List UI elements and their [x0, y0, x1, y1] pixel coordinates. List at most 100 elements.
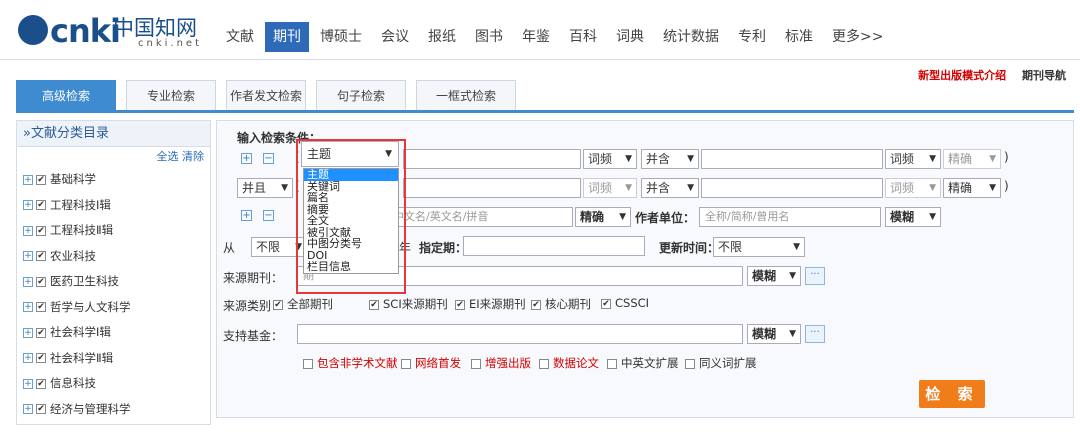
- expand-icon[interactable]: +: [23, 327, 33, 338]
- extra-cn-en[interactable]: 中英文扩展: [607, 355, 679, 371]
- nav-item[interactable]: 统计数据: [663, 22, 719, 52]
- expand-icon[interactable]: +: [23, 174, 33, 185]
- sidebar-item[interactable]: + ✔ 信息科技: [17, 371, 210, 397]
- nav-item[interactable]: 百科: [569, 22, 597, 52]
- checkbox-checked[interactable]: ✔: [36, 251, 46, 261]
- checkbox-checked[interactable]: ✔: [36, 327, 46, 338]
- sidebar-item[interactable]: + ✔ 医药卫生科技: [17, 269, 210, 295]
- fund-label: 支持基金：: [223, 329, 284, 343]
- nav-item[interactable]: 图书: [475, 22, 503, 52]
- checkbox-checked[interactable]: ✔: [36, 353, 46, 363]
- extra-online-first[interactable]: 网络首发: [401, 355, 461, 371]
- nav-item[interactable]: 标准: [785, 22, 813, 52]
- category-sidebar: »文献分类目录 全选 清除 + ✔ 基础科学 + ✔ 工程科技Ⅰ辑 + ✔ 工程科技Ⅱ辑 +…: [16, 120, 211, 425]
- new-style-link[interactable]: 新型出版模式介绍: [918, 69, 1006, 82]
- unit-match-select[interactable]: 模糊 ▼: [885, 207, 941, 227]
- tab-professional-search[interactable]: 专业检索: [126, 80, 216, 110]
- fund-picker-button[interactable]: ···: [805, 325, 825, 343]
- checkbox-checked[interactable]: ✔: [36, 276, 46, 287]
- category-sci[interactable]: ✔ SCI来源期刊: [369, 296, 448, 312]
- nav-item-more[interactable]: 更多>>: [832, 22, 883, 52]
- tab-underline: [16, 110, 1074, 113]
- cnki-logo[interactable]: cnki 中国知网 cnki.net: [18, 12, 199, 50]
- bool-select-2[interactable]: 并且 ▼: [237, 178, 293, 198]
- checkbox-checked[interactable]: ✔: [36, 404, 46, 414]
- logic-select-1[interactable]: 并含 ▼: [641, 149, 699, 169]
- category-all[interactable]: ✔ 全部期刊: [273, 296, 333, 312]
- add-row-icon[interactable]: +: [241, 153, 252, 164]
- sidebar-item[interactable]: + ✔ 社会科学Ⅱ辑: [17, 346, 210, 372]
- remove-author-icon[interactable]: −: [263, 210, 274, 221]
- nav-item[interactable]: 报纸: [428, 22, 456, 52]
- search-button[interactable]: 检 索: [919, 380, 985, 408]
- unit-input[interactable]: 全称/简称/曾用名: [699, 207, 881, 227]
- nav-item[interactable]: 文献: [226, 22, 254, 52]
- tab-advanced-search[interactable]: 高级检索: [16, 80, 116, 110]
- clear-link[interactable]: 清除: [182, 150, 204, 163]
- match-select-1[interactable]: 精确 ▼: [943, 149, 1001, 169]
- nav-item[interactable]: 年鉴: [522, 22, 550, 52]
- extra-data-paper[interactable]: 数据论文: [539, 355, 599, 371]
- expand-icon[interactable]: +: [23, 378, 33, 389]
- nav-item[interactable]: 博硕士: [320, 22, 362, 52]
- freq-select-2[interactable]: 词频 ▼: [583, 178, 637, 198]
- update-time-select[interactable]: 不限 ▼: [713, 237, 805, 257]
- sidebar-item[interactable]: + ✔ 工程科技Ⅰ辑: [17, 193, 210, 219]
- tab-single-box-search[interactable]: 一框式检索: [416, 80, 516, 110]
- search-tabs: 高级检索 专业检索 作者发文检索 句子检索 一框式检索: [16, 80, 526, 110]
- remove-row-icon[interactable]: −: [263, 153, 274, 164]
- sidebar-item[interactable]: + ✔ 经济与管理科学: [17, 397, 210, 423]
- category-cssci[interactable]: ✔ CSSCI: [601, 296, 649, 310]
- top-links: 新型出版模式介绍 期刊导航: [918, 67, 1066, 83]
- checkbox-checked[interactable]: ✔: [36, 200, 46, 210]
- extra-synonym[interactable]: 同义词扩展: [685, 355, 757, 371]
- nav-item[interactable]: 词典: [616, 22, 644, 52]
- tab-sentence-search[interactable]: 句子检索: [316, 80, 406, 110]
- sidebar-item[interactable]: + ✔ 社会科学Ⅰ辑: [17, 320, 210, 346]
- add-author-icon[interactable]: +: [241, 210, 252, 221]
- unit-label: 作者单位：: [635, 211, 696, 225]
- nav-item-active[interactable]: 期刊: [265, 22, 309, 52]
- nav-item[interactable]: 专利: [738, 22, 766, 52]
- tab-author-search[interactable]: 作者发文检索: [226, 80, 306, 110]
- specified-period-input[interactable]: [463, 236, 645, 256]
- expand-icon[interactable]: +: [23, 276, 33, 287]
- sidebar-item[interactable]: + ✔ 工程科技Ⅱ辑: [17, 218, 210, 244]
- freq-select-2b[interactable]: 词频 ▼: [885, 178, 941, 198]
- keyword-input-1b[interactable]: [701, 149, 883, 169]
- extra-enhanced[interactable]: 增强出版: [471, 355, 531, 371]
- expand-icon[interactable]: +: [23, 404, 33, 414]
- freq-select-1[interactable]: 词频 ▼: [583, 149, 637, 169]
- fund-input[interactable]: [297, 324, 743, 344]
- category-ei[interactable]: ✔ EI来源期刊: [455, 296, 526, 312]
- checkbox-checked[interactable]: ✔: [36, 174, 46, 185]
- expand-icon[interactable]: +: [23, 353, 33, 363]
- category-core[interactable]: ✔ 核心期刊: [531, 296, 591, 312]
- keyword-input-2[interactable]: [403, 178, 581, 198]
- sidebar-item[interactable]: + ✔ 农业科技: [17, 244, 210, 270]
- checkbox-checked[interactable]: ✔: [36, 378, 46, 389]
- nav-item[interactable]: 会议: [381, 22, 409, 52]
- source-match-select[interactable]: 模糊 ▼: [747, 266, 801, 286]
- expand-icon[interactable]: +: [23, 200, 33, 210]
- logo-net-text: cnki.net: [138, 38, 202, 49]
- fund-match-select[interactable]: 模糊 ▼: [747, 324, 801, 344]
- author-match-select[interactable]: 精确 ▼: [575, 207, 631, 227]
- sidebar-item[interactable]: + ✔ 基础科学: [17, 167, 210, 193]
- checkbox-checked[interactable]: ✔: [36, 225, 46, 236]
- select-all-link[interactable]: 全选: [157, 150, 179, 163]
- author-input[interactable]: 中文名/英文名/拼音: [387, 207, 573, 227]
- expand-icon[interactable]: +: [23, 302, 33, 312]
- freq-select-1b[interactable]: 词频 ▼: [885, 149, 941, 169]
- keyword-input-2b[interactable]: [701, 178, 883, 198]
- extra-nonacademic[interactable]: 包含非学术文献: [303, 355, 398, 371]
- expand-icon[interactable]: +: [23, 251, 33, 261]
- checkbox-checked[interactable]: ✔: [36, 302, 46, 312]
- sidebar-item[interactable]: + ✔ 哲学与人文科学: [17, 295, 210, 321]
- keyword-input-1[interactable]: [403, 149, 581, 169]
- logic-select-2[interactable]: 并含 ▼: [641, 178, 699, 198]
- journal-nav-link[interactable]: 期刊导航: [1022, 69, 1066, 82]
- match-select-2[interactable]: 精确 ▼: [943, 178, 1001, 198]
- source-picker-button[interactable]: ···: [805, 267, 825, 285]
- expand-icon[interactable]: +: [23, 225, 33, 236]
